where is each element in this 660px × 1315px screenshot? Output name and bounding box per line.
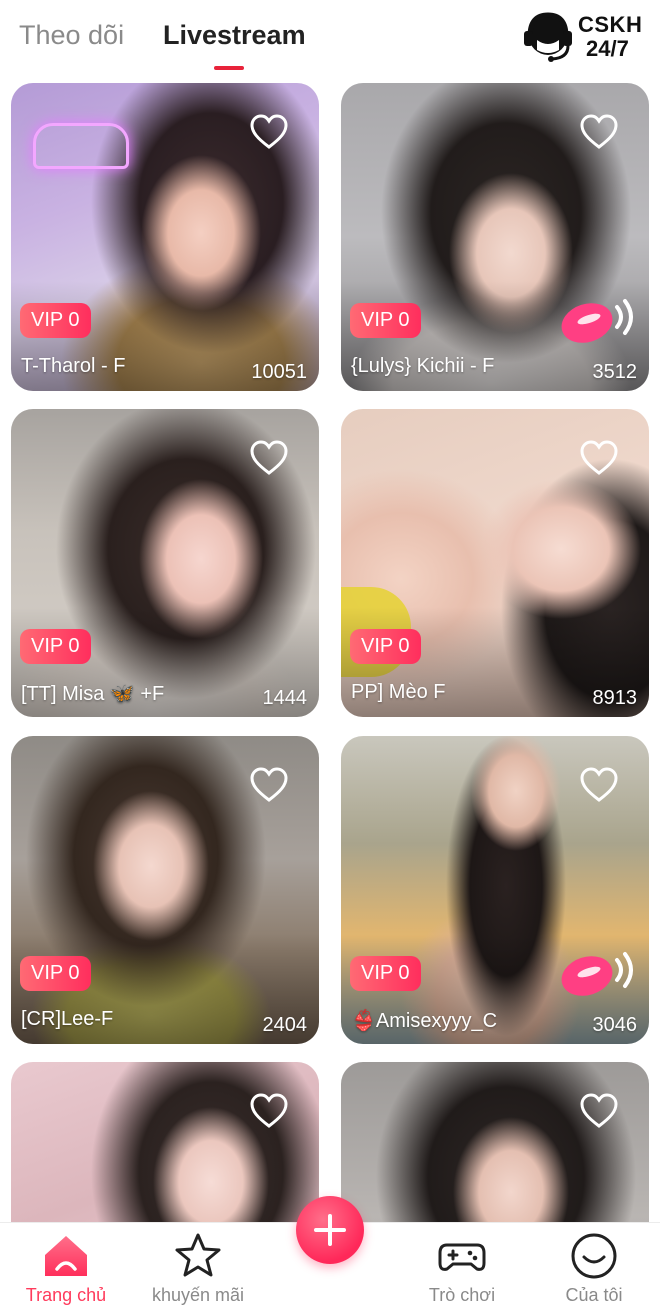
live-audio-icon	[561, 299, 633, 343]
vip-badge: VIP 0	[350, 956, 421, 991]
viewer-count: 2404	[262, 1014, 308, 1036]
heart-icon[interactable]	[579, 113, 619, 151]
nav-profile[interactable]: Của tôi	[528, 1223, 660, 1315]
viewer-count: 8913	[592, 687, 638, 709]
heart-icon[interactable]	[579, 1092, 619, 1130]
nav-label: Của tôi	[565, 1285, 623, 1305]
stream-card[interactable]: VIP 0 {Lulys} Kichii - F 3512	[341, 83, 649, 391]
heart-icon[interactable]	[249, 439, 289, 477]
star-icon	[175, 1233, 221, 1277]
vip-badge: VIP 0	[20, 956, 91, 991]
vip-badge: VIP 0	[350, 629, 421, 664]
active-tab-indicator	[214, 66, 244, 70]
vip-badge: VIP 0	[20, 629, 91, 664]
support-label-line2: 24/7	[586, 36, 629, 61]
nav-games[interactable]: Trò chơi	[396, 1223, 528, 1315]
nav-label: Trang chủ	[25, 1285, 107, 1305]
vip-badge: VIP 0	[20, 303, 91, 338]
streamer-name: PP] Mèo F	[351, 681, 446, 703]
nav-home[interactable]: Trang chủ	[0, 1223, 132, 1315]
streamer-name: [CR]Lee-F	[21, 1008, 114, 1030]
support-label-line1: CSKH	[578, 12, 643, 37]
nav-label: Trò chơi	[428, 1285, 496, 1305]
stream-card[interactable]: VIP 0 T-Tharol - F 10051	[11, 83, 319, 391]
streamer-name: {Lulys} Kichii - F	[351, 355, 495, 377]
stream-card[interactable]: VIP 0 [CR]Lee-F 2404	[11, 736, 319, 1044]
heart-icon[interactable]	[579, 439, 619, 477]
nav-promotions[interactable]: khuyến mãi	[132, 1223, 264, 1315]
streamer-name: 👙Amisexyyy_C	[351, 1010, 498, 1032]
stream-card[interactable]: VIP 0 [TT] Misa 🦋 +F 1444	[11, 409, 319, 717]
heart-icon[interactable]	[249, 766, 289, 804]
neon-light-decoration	[33, 123, 129, 169]
tab-livestream[interactable]: Livestream	[163, 18, 306, 52]
heart-icon[interactable]	[249, 113, 289, 151]
gamepad-icon	[438, 1243, 486, 1271]
tab-theo-doi[interactable]: Theo dõi	[19, 18, 124, 52]
vip-badge: VIP 0	[350, 303, 421, 338]
viewer-count: 3046	[592, 1014, 638, 1036]
create-plus-button[interactable]	[296, 1196, 364, 1264]
heart-icon[interactable]	[579, 766, 619, 804]
home-icon	[45, 1236, 87, 1276]
streamer-name: [TT] Misa 🦋 +F	[21, 683, 165, 705]
top-header: Theo dõi Livestream CSKH 24/7	[0, 0, 660, 78]
viewer-count: 3512	[592, 361, 638, 383]
nav-label: khuyến mãi	[151, 1285, 245, 1305]
plus-icon	[314, 1214, 346, 1246]
streamer-name: T-Tharol - F	[21, 355, 126, 377]
viewer-count: 1444	[262, 687, 308, 709]
stream-card[interactable]: VIP 0 👙Amisexyyy_C 3046	[341, 736, 649, 1044]
viewer-count: 10051	[251, 361, 307, 383]
live-audio-icon	[561, 952, 633, 996]
smile-profile-icon	[571, 1233, 617, 1279]
headset-agent-icon	[524, 12, 572, 62]
support-button[interactable]: CSKH 24/7	[518, 6, 646, 64]
heart-icon[interactable]	[249, 1092, 289, 1130]
stream-card[interactable]: VIP 0 PP] Mèo F 8913	[341, 409, 649, 717]
